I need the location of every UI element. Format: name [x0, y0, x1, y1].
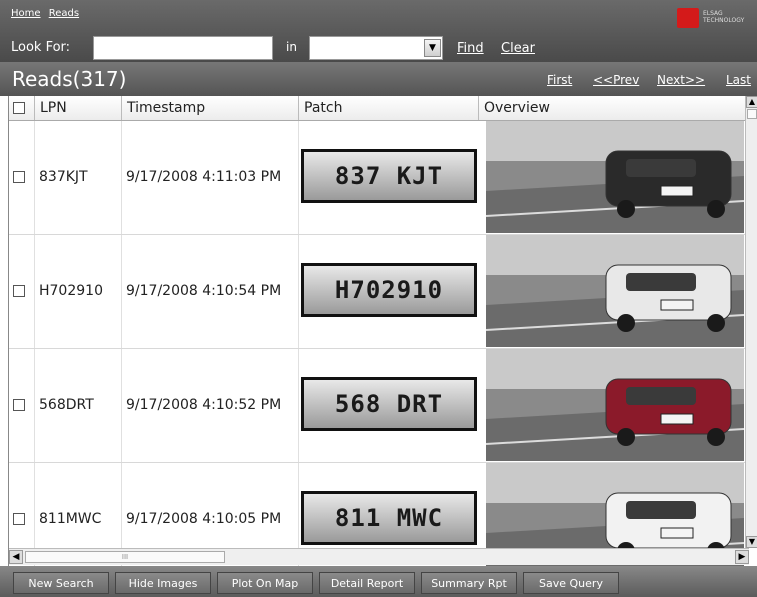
overview-image — [486, 121, 744, 233]
pager-first[interactable]: First — [547, 73, 572, 87]
scroll-left-icon[interactable]: ◀ — [9, 550, 23, 564]
table-row[interactable]: H702910 9/17/2008 4:10:54 PM H702910 — [9, 235, 749, 349]
clear-link[interactable]: Clear — [501, 41, 535, 56]
pager-prev[interactable]: <<Prev — [593, 73, 639, 87]
vertical-scrollbar[interactable]: ▲ ▼ — [745, 96, 757, 548]
plot-on-map-button[interactable]: Plot On Map — [217, 572, 313, 594]
header-timestamp[interactable]: Timestamp — [122, 96, 299, 120]
header-lpn[interactable]: LPN — [35, 96, 122, 120]
look-for-label: Look For: — [11, 40, 71, 55]
header-patch[interactable]: Patch — [299, 96, 479, 120]
scroll-right-icon[interactable]: ▶ — [735, 550, 749, 564]
in-label: in — [286, 40, 297, 54]
table-header: LPN Timestamp Patch Overview — [9, 96, 749, 121]
breadcrumb: Home Reads — [11, 8, 84, 19]
row-checkbox[interactable] — [13, 171, 25, 183]
table-row[interactable]: 568DRT 9/17/2008 4:10:52 PM 568 DRT — [9, 349, 749, 463]
row-lpn: 837KJT — [35, 121, 122, 234]
find-link[interactable]: Find — [457, 41, 484, 56]
detail-report-button[interactable]: Detail Report — [319, 572, 415, 594]
table-row[interactable]: 837KJT 9/17/2008 4:11:03 PM 837 KJT — [9, 121, 749, 235]
breadcrumb-home[interactable]: Home — [11, 8, 41, 19]
header-overview[interactable]: Overview — [479, 96, 749, 120]
row-select-cell — [9, 349, 35, 462]
row-checkbox[interactable] — [13, 513, 25, 525]
row-select-cell — [9, 235, 35, 348]
row-lpn: H702910 — [35, 235, 122, 348]
scroll-down-icon[interactable]: ▼ — [746, 536, 757, 548]
summary-rpt-button[interactable]: Summary Rpt — [421, 572, 517, 594]
reads-table: LPN Timestamp Patch Overview 837KJT 9/17/… — [8, 96, 757, 566]
row-timestamp: 9/17/2008 4:10:54 PM — [122, 235, 299, 348]
scroll-thumb-h[interactable]: III — [25, 551, 225, 563]
reads-header-bar: Reads(317) First <<Prev Next>> Last — [0, 62, 757, 96]
overview-image — [486, 235, 744, 347]
plate-patch-image: 811 MWC — [301, 491, 477, 545]
plate-patch-image: 568 DRT — [301, 377, 477, 431]
horizontal-scrollbar[interactable]: ◀ III ▶ — [9, 548, 749, 565]
row-timestamp: 9/17/2008 4:10:52 PM — [122, 349, 299, 462]
company-logo: ELSAG TECHNOLOGY — [677, 8, 757, 30]
row-select-cell — [9, 121, 35, 234]
breadcrumb-reads[interactable]: Reads — [49, 8, 79, 19]
new-search-button[interactable]: New Search — [13, 572, 109, 594]
save-query-button[interactable]: Save Query — [523, 572, 619, 594]
button-bar: New Search Hide Images Plot On Map Detai… — [0, 566, 757, 597]
pager-last[interactable]: Last — [726, 73, 751, 87]
search-input[interactable] — [93, 36, 273, 60]
hide-images-button[interactable]: Hide Images — [115, 572, 211, 594]
scroll-thumb-v[interactable] — [747, 109, 757, 119]
top-bar: Home Reads ELSAG TECHNOLOGY Look For: in… — [0, 0, 757, 62]
select-all-checkbox[interactable] — [13, 102, 25, 114]
overview-image — [486, 349, 744, 461]
plate-patch-image: H702910 — [301, 263, 477, 317]
header-select-all — [9, 96, 35, 120]
page-title: Reads(317) — [12, 67, 127, 91]
logo-mark-icon — [677, 8, 699, 28]
row-timestamp: 9/17/2008 4:11:03 PM — [122, 121, 299, 234]
row-checkbox[interactable] — [13, 285, 25, 297]
scroll-up-icon[interactable]: ▲ — [746, 96, 757, 108]
plate-patch-image: 837 KJT — [301, 149, 477, 203]
row-checkbox[interactable] — [13, 399, 25, 411]
pager-next[interactable]: Next>> — [657, 73, 705, 87]
chevron-down-icon[interactable]: ▼ — [424, 39, 441, 57]
logo-text: ELSAG TECHNOLOGY — [703, 10, 745, 24]
row-lpn: 568DRT — [35, 349, 122, 462]
search-field-select[interactable]: ▼ — [309, 36, 443, 60]
